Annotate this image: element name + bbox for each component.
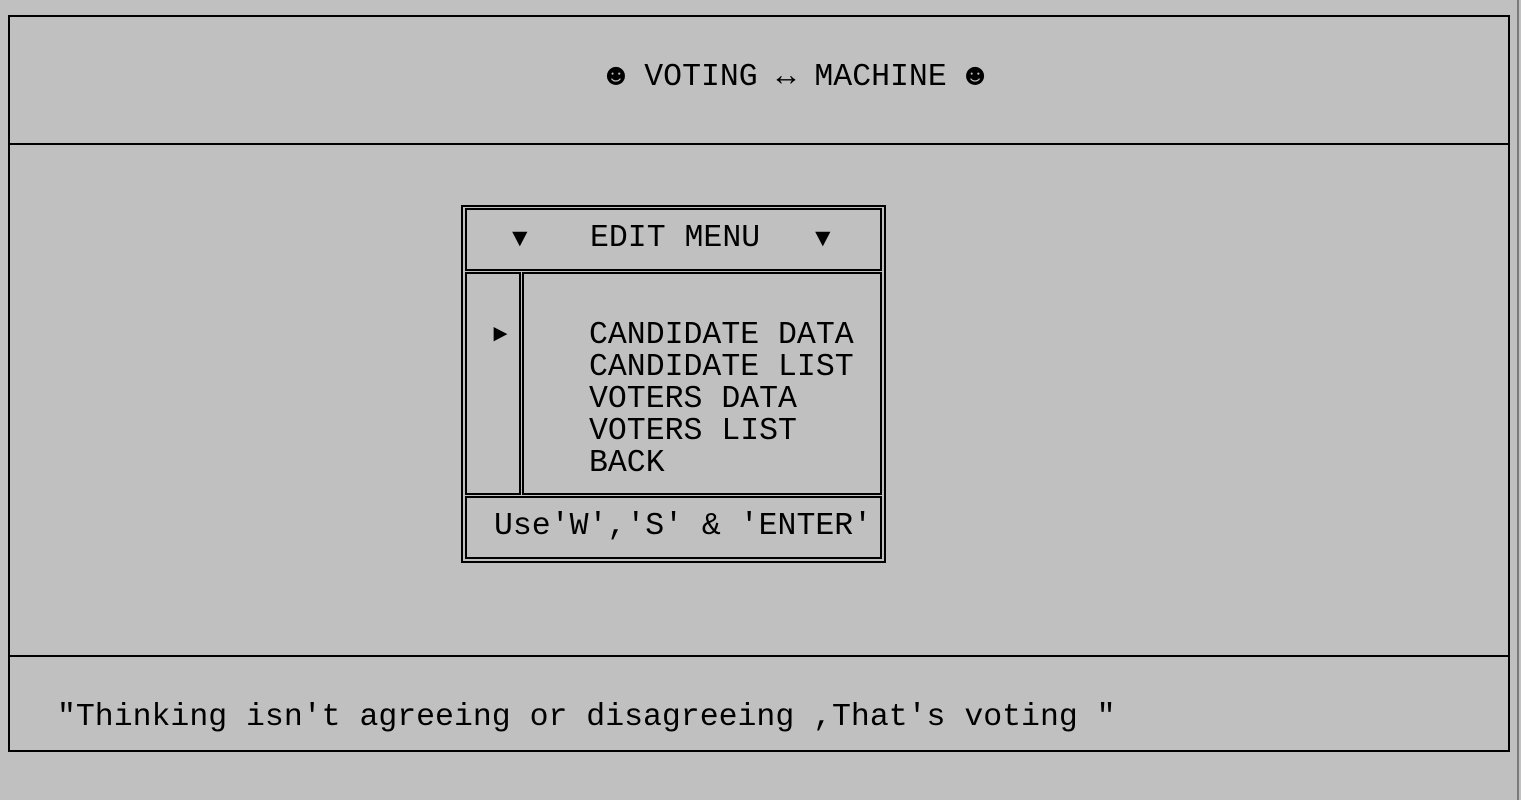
menu-pointer-gutter — [465, 272, 521, 495]
header-divider — [8, 143, 1510, 145]
menu-item-voters-data[interactable]: VOTERS DATA — [589, 384, 797, 416]
window-right-edge — [1517, 0, 1519, 800]
menu-item-candidate-data[interactable]: CANDIDATE DATA — [589, 320, 854, 352]
menu-item-voters-list[interactable]: VOTERS LIST — [589, 416, 797, 448]
app-title: ☻ VOTING ↔ MACHINE ☻ — [606, 60, 985, 95]
down-triangle-icon: ▼ — [815, 224, 831, 254]
selection-pointer-icon: ► — [493, 322, 508, 349]
down-triangle-icon: ▼ — [512, 224, 528, 254]
menu-title: EDIT MENU — [590, 221, 761, 256]
menu-item-back[interactable]: BACK — [589, 448, 665, 480]
keyboard-hint: Use'W','S' & 'ENTER' — [494, 509, 873, 544]
menu-item-candidate-list[interactable]: CANDIDATE LIST — [589, 352, 854, 384]
footer-quote: "Thinking isn't agreeing or disagreeing … — [57, 700, 1116, 735]
footer-divider — [8, 655, 1510, 657]
